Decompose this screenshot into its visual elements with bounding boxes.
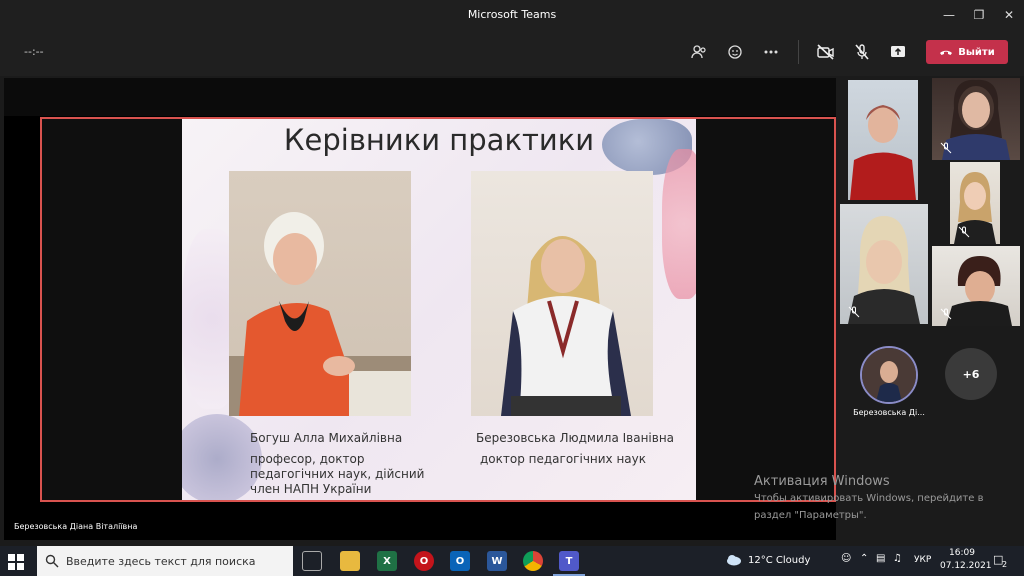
camera-off-icon[interactable] <box>815 41 837 63</box>
tray-overflow-icon[interactable]: ⌃ <box>860 553 868 564</box>
slide-decoration <box>662 149 696 299</box>
leave-button[interactable]: Выйти <box>926 40 1008 64</box>
windows-activation-watermark: Активация Windows Чтобы активировать Win… <box>754 474 983 523</box>
watermark-line: Чтобы активировать Windows, перейдите в <box>754 493 984 504</box>
windows-start-icon[interactable] <box>8 554 24 570</box>
outlook-icon[interactable]: O <box>450 551 470 571</box>
clock-date[interactable]: 07.12.2021 <box>940 561 992 571</box>
person1-name: Богуш Алла Михайлівна <box>250 431 403 445</box>
word-icon[interactable]: W <box>487 551 507 571</box>
maximize-icon[interactable]: ❐ <box>970 7 988 23</box>
close-icon[interactable]: ✕ <box>1000 7 1018 23</box>
phone-hangup-icon <box>940 50 953 55</box>
photo-person2 <box>471 171 653 416</box>
muted-icon <box>848 306 860 318</box>
chrome-icon[interactable] <box>523 551 543 571</box>
people-icon[interactable]: ☺ <box>841 553 851 564</box>
participant-tile[interactable] <box>848 80 918 200</box>
self-avatar[interactable] <box>860 346 918 404</box>
search-placeholder: Введите здесь текст для поиска <box>66 555 256 568</box>
meeting-timer: --:-- <box>24 45 44 58</box>
search-icon <box>45 554 59 568</box>
person2-role: доктор педагогічних наук <box>480 452 647 466</box>
file-explorer-icon[interactable] <box>340 551 360 571</box>
participant-tile[interactable] <box>840 204 928 324</box>
clock-time[interactable]: 16:09 <box>949 548 975 558</box>
person2-name: Березовська Людмила Іванівна <box>476 431 675 445</box>
participant-tile[interactable] <box>950 162 1000 244</box>
weather-text[interactable]: 12°C Cloudy <box>748 555 810 566</box>
opera-icon[interactable]: O <box>414 551 434 571</box>
window-title: Microsoft Teams <box>467 8 557 21</box>
participants-icon[interactable] <box>688 41 710 63</box>
meeting-toolbar: --:-- Выйти <box>0 30 1024 76</box>
shared-content-stage: Керівники практики Богуш Алла Михайлівна… <box>4 78 836 540</box>
notifications-count: 2 <box>1002 560 1008 569</box>
stage-top-band <box>4 78 836 116</box>
participant-tile[interactable] <box>932 246 1020 326</box>
watermark-line: раздел "Параметры". <box>754 510 867 521</box>
more-participants-button[interactable]: +6 <box>945 348 997 400</box>
toolbar-divider <box>798 40 799 64</box>
watermark-title: Активация Windows <box>754 474 890 489</box>
presenter-name-label: Березовська Діана Віталіївна <box>14 522 138 531</box>
teams-icon[interactable]: T <box>559 551 579 571</box>
participant-tile[interactable] <box>932 78 1020 160</box>
photo-person1 <box>229 171 411 416</box>
excel-icon[interactable]: X <box>377 551 397 571</box>
muted-icon <box>940 142 952 154</box>
volume-icon[interactable]: ♫ <box>893 553 902 564</box>
weather-cloud-icon <box>727 555 741 566</box>
muted-icon <box>940 308 952 320</box>
more-options-icon[interactable] <box>760 41 782 63</box>
mic-off-icon[interactable] <box>851 41 873 63</box>
shared-screen-frame: Керівники практики Богуш Алла Михайлівна… <box>40 117 836 502</box>
share-screen-icon[interactable] <box>887 41 909 63</box>
presentation-slide: Керівники практики Богуш Алла Михайлівна… <box>182 119 696 500</box>
language-indicator[interactable]: УКР <box>914 555 931 565</box>
muted-icon <box>958 226 970 238</box>
leave-label: Выйти <box>958 46 995 58</box>
slide-title: Керівники практики <box>283 123 595 157</box>
task-view-icon[interactable] <box>302 551 322 571</box>
person1-role: професор, доктор педагогічних наук, дійс… <box>250 452 425 496</box>
title-bar: Microsoft Teams — ❐ ✕ <box>0 0 1024 30</box>
self-avatar-name: Березовська Ді... <box>853 408 925 417</box>
minimize-icon[interactable]: — <box>940 7 958 23</box>
taskbar-search-box[interactable]: Введите здесь текст для поиска <box>37 546 293 576</box>
reactions-icon[interactable] <box>724 41 746 63</box>
network-icon[interactable]: ▤ <box>876 553 885 564</box>
